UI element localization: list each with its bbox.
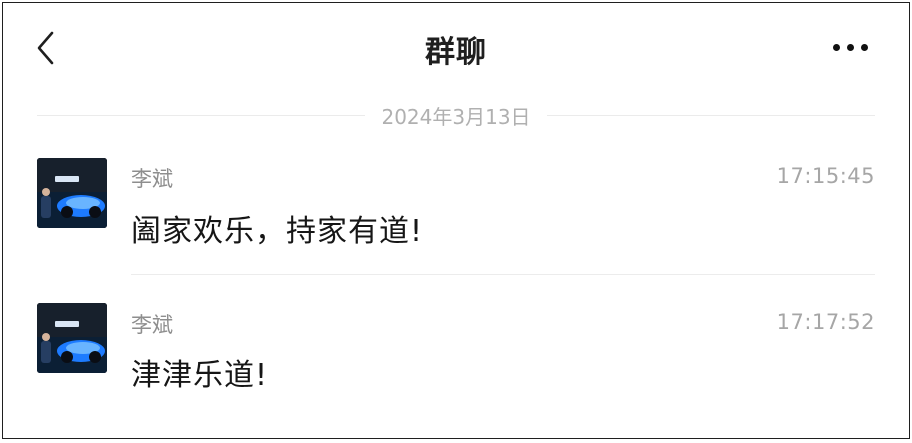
user-avatar-car-photo [37, 303, 107, 373]
user-avatar-car-photo [37, 158, 107, 228]
message-time: 17:15:45 [776, 164, 875, 188]
sender-avatar[interactable] [37, 158, 107, 228]
chat-window: 群聊 2024年3月13日 李斌 17:15:45 阖家欢乐，持家有道! 李斌 … [2, 2, 910, 439]
message-text: 阖家欢乐，持家有道! [131, 214, 424, 249]
sender-name: 李斌 [131, 313, 173, 337]
message-time: 17:17:52 [776, 310, 875, 334]
message-text: 津津乐道! [131, 358, 269, 393]
message-separator [131, 274, 875, 275]
sender-avatar[interactable] [37, 303, 107, 373]
chat-message: 李斌 17:17:52 津津乐道! [3, 3, 909, 393]
sender-name: 李斌 [131, 167, 173, 191]
